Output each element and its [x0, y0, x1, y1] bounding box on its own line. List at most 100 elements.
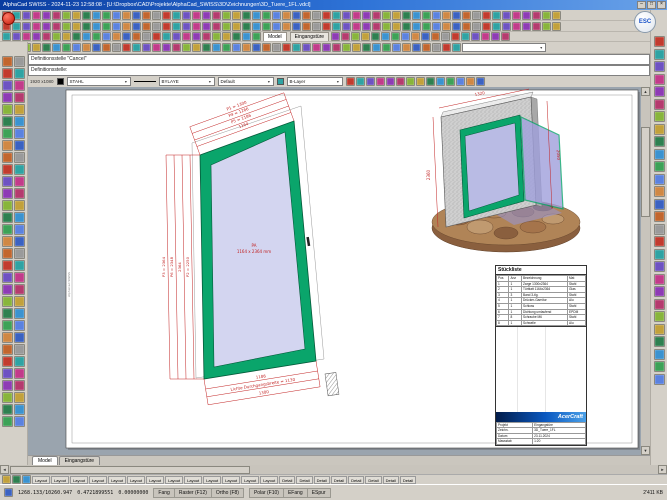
toolbar-icon[interactable] — [452, 11, 461, 20]
toolbar-icon[interactable] — [62, 22, 71, 31]
toolbar-icon[interactable] — [262, 22, 271, 31]
detail-tab[interactable]: Detail — [348, 476, 364, 484]
toolbar-icon[interactable] — [476, 77, 485, 86]
toolbar-icon[interactable] — [92, 43, 101, 52]
toolbar-icon[interactable] — [302, 22, 311, 31]
toolbar-icon[interactable] — [12, 475, 21, 484]
toolbar-icon[interactable] — [14, 80, 25, 91]
toolbar-icon[interactable] — [14, 128, 25, 139]
close-button[interactable]: × — [657, 1, 666, 9]
toolbar-icon[interactable] — [172, 11, 181, 20]
toolbar-icon[interactable] — [202, 43, 211, 52]
toolbar-icon[interactable] — [416, 77, 425, 86]
toolbar-icon[interactable] — [272, 11, 281, 20]
toolbar-icon[interactable] — [14, 68, 25, 79]
toolbar-icon[interactable] — [182, 22, 191, 31]
toolbar-icon[interactable] — [212, 22, 221, 31]
toolbar-icon[interactable] — [322, 43, 331, 52]
toolbar-icon[interactable] — [522, 22, 531, 31]
toolbar-icon[interactable] — [14, 236, 25, 247]
sheet-tab-eingangstuere[interactable]: Eingangstüre — [59, 456, 100, 465]
toolbar-icon[interactable] — [162, 11, 171, 20]
toggle-raster[interactable]: Raster (F12) — [175, 489, 212, 497]
toolbar-icon[interactable] — [412, 43, 421, 52]
toolbar-icon[interactable] — [654, 86, 665, 97]
toolbar-icon[interactable] — [466, 77, 475, 86]
toolbar-icon[interactable] — [202, 32, 211, 41]
toolbar-icon[interactable] — [356, 77, 365, 86]
toolbar-icon[interactable] — [352, 43, 361, 52]
toolbar-icon[interactable] — [82, 22, 91, 31]
toolbar-icon[interactable] — [654, 174, 665, 185]
detail-tab[interactable]: Detail — [331, 476, 347, 484]
toolbar-icon[interactable] — [182, 43, 191, 52]
toolbar-icon[interactable] — [14, 404, 25, 415]
toolbar-icon[interactable] — [396, 77, 405, 86]
toolbar-icon[interactable] — [32, 43, 41, 52]
toolbar-icon[interactable] — [12, 32, 21, 41]
toolbar-icon[interactable] — [162, 22, 171, 31]
toolbar-icon[interactable] — [142, 43, 151, 52]
toolbar-icon[interactable] — [442, 22, 451, 31]
toolbar-icon[interactable] — [14, 368, 25, 379]
sheet-tab-model[interactable]: Model — [32, 456, 58, 465]
toolbar-icon[interactable] — [342, 43, 351, 52]
toolbar-icon[interactable] — [12, 22, 21, 31]
toolbar-icon[interactable] — [552, 22, 561, 31]
toolbar-icon[interactable] — [4, 488, 13, 497]
toolbar-icon[interactable] — [452, 22, 461, 31]
toolbar-icon[interactable] — [2, 380, 13, 391]
toolbar-icon[interactable] — [312, 22, 321, 31]
layout-tab[interactable]: Layout — [184, 476, 202, 484]
toolbar-icon[interactable] — [472, 11, 481, 20]
toolbar-icon[interactable] — [654, 49, 665, 60]
toolbar-icon[interactable] — [272, 22, 281, 31]
toolbar-icon[interactable] — [392, 22, 401, 31]
toolbar-icon[interactable] — [421, 32, 430, 41]
toolbar-icon[interactable] — [371, 32, 380, 41]
toolbar-icon[interactable] — [132, 43, 141, 52]
vertical-scroll-thumb[interactable] — [641, 127, 650, 217]
toolbar-icon[interactable] — [654, 249, 665, 260]
detail-tab[interactable]: Detail — [400, 476, 416, 484]
toolbar-icon[interactable] — [2, 128, 13, 139]
toolbar-icon[interactable] — [202, 11, 211, 20]
toolbar-icon[interactable] — [2, 188, 13, 199]
toolbar-icon[interactable] — [532, 11, 541, 20]
toolbar-icon[interactable] — [654, 36, 665, 47]
toolbar-icon[interactable] — [422, 11, 431, 20]
toolbar-icon[interactable] — [654, 374, 665, 385]
toolbar-icon[interactable] — [52, 32, 61, 41]
toolbar-icon[interactable] — [262, 11, 271, 20]
toolbar-icon[interactable] — [654, 149, 665, 160]
toolbar-icon[interactable] — [2, 475, 11, 484]
toolbar-icon[interactable] — [22, 475, 31, 484]
toolbar-icon[interactable] — [391, 32, 400, 41]
toolbar-icon[interactable] — [14, 188, 25, 199]
toolbar-icon[interactable] — [461, 32, 470, 41]
detail-tab[interactable]: Detail — [279, 476, 295, 484]
toolbar-icon[interactable] — [342, 11, 351, 20]
scroll-down-icon[interactable]: ▼ — [641, 446, 650, 455]
toolbar-icon[interactable] — [32, 11, 41, 20]
toolbar-icon[interactable] — [654, 236, 665, 247]
toolbar-icon[interactable] — [14, 248, 25, 259]
toolbar-icon[interactable] — [212, 32, 221, 41]
toolbar-icon[interactable] — [2, 56, 13, 67]
toolbar-icon[interactable] — [392, 11, 401, 20]
toolbar-icon[interactable] — [654, 124, 665, 135]
toolbar-icon[interactable] — [252, 32, 261, 41]
toolbar-icon[interactable] — [222, 43, 231, 52]
toolbar-icon[interactable] — [512, 22, 521, 31]
toolbar-icon[interactable] — [22, 22, 31, 31]
toggle-fang[interactable]: Fang — [154, 489, 174, 497]
layout-tab[interactable]: Layout — [165, 476, 183, 484]
toolbar-icon[interactable] — [654, 299, 665, 310]
toolbar-icon[interactable] — [442, 43, 451, 52]
toolbar-icon[interactable] — [132, 32, 141, 41]
toolbar-icon[interactable] — [14, 116, 25, 127]
toolbar-icon[interactable] — [332, 43, 341, 52]
toggle-espur[interactable]: ESpur — [308, 489, 330, 497]
toolbar-icon[interactable] — [14, 260, 25, 271]
toolbar-icon[interactable] — [2, 200, 13, 211]
